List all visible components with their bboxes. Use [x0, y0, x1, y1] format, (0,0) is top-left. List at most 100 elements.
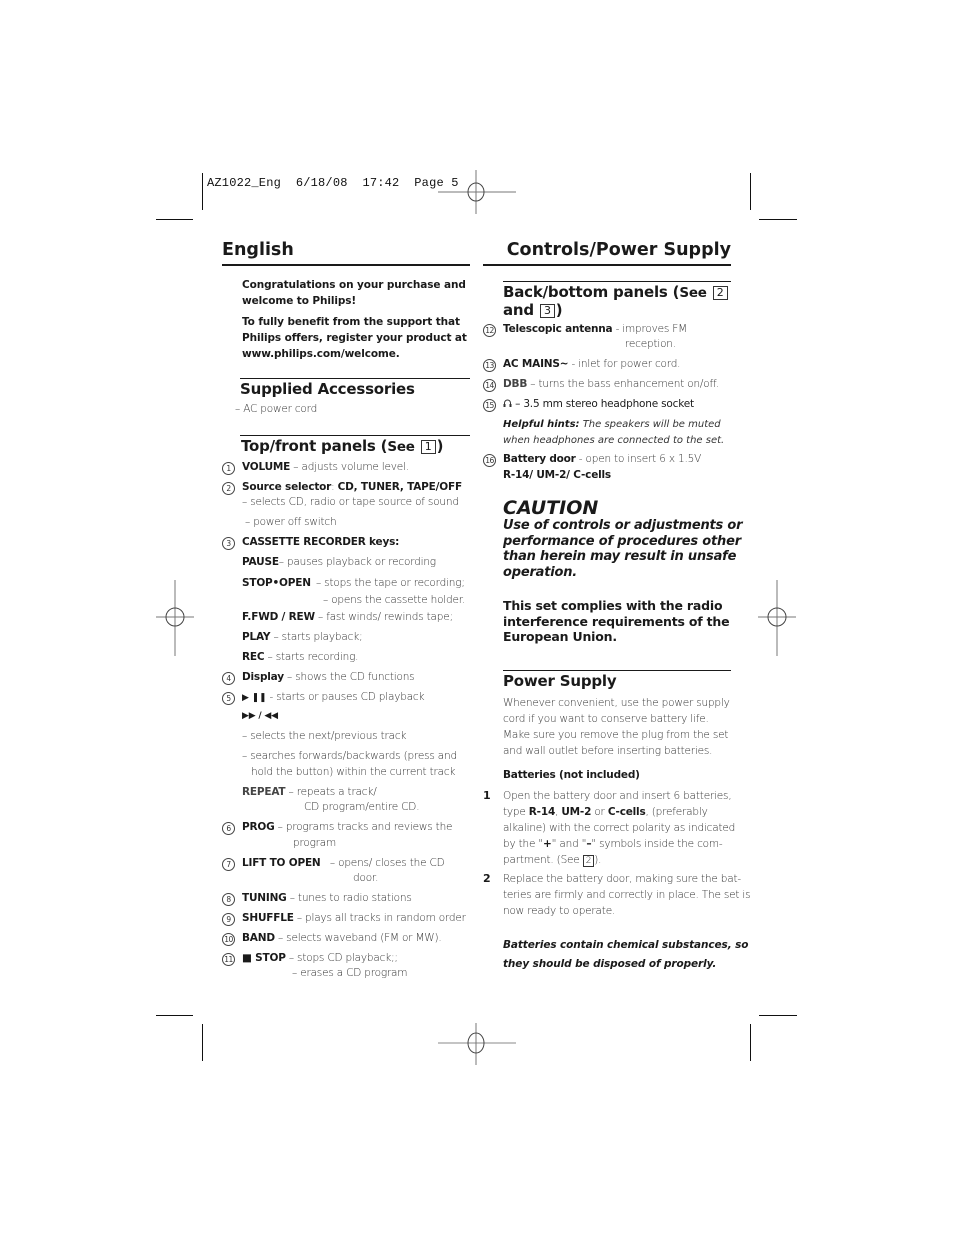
intro-congratulations: Congratulations on your purchase and wel…	[242, 277, 466, 309]
slug-date: 6/18/08	[295, 176, 348, 190]
title-text: Back/bottom panels (	[503, 283, 680, 301]
intro-link[interactable]: www.philips.com/welcome.	[242, 346, 467, 362]
figure-ref[interactable]: 2	[712, 286, 728, 300]
item-number-14: 14	[483, 379, 496, 392]
control-label: PROG	[242, 821, 275, 833]
control-item-volume: VOLUME – adjusts volume level.	[242, 460, 409, 476]
and-text: and	[503, 301, 534, 319]
battery-type: UM-2	[561, 806, 592, 818]
item-number-4: 4	[222, 672, 235, 685]
item-number-15: 15	[483, 399, 496, 412]
crop-mark-bottom-right-h	[759, 1015, 797, 1016]
eu-line: European Union.	[503, 629, 617, 644]
battery-disposal-note: Batteries contain chemical substances, s…	[503, 936, 749, 974]
text: or	[591, 806, 608, 818]
caution-line: operation.	[503, 564, 578, 580]
control-desc: – opens/ closes the CD	[320, 857, 445, 869]
control-item-ffwd-rew: F.FWD / REW – fast winds/ rewinds tape;	[242, 610, 453, 626]
item-number-6: 6	[222, 822, 235, 835]
figure-ref[interactable]: 1	[420, 440, 436, 454]
crop-mark-top-left-h	[156, 219, 193, 220]
text: by the "	[503, 838, 544, 850]
registration-mark-right	[758, 580, 796, 656]
power-supply-title: Power Supply	[503, 672, 617, 690]
figure-ref[interactable]: 2	[582, 855, 595, 867]
control-desc: door.	[353, 872, 379, 884]
control-label: SHUFFLE	[242, 912, 294, 924]
control-desc: – searches forwards/backwards (press and	[242, 750, 457, 762]
registration-mark-top	[438, 170, 516, 214]
control-label: Display	[242, 671, 284, 683]
control-desc: – adjusts volume level.	[290, 461, 409, 473]
control-desc: – opens the cassette holder.	[323, 594, 466, 606]
step-1-text: Open the battery door and insert 6 batte…	[503, 788, 735, 868]
control-label: LIFT TO OPEN	[242, 857, 321, 869]
hint-label: Helpful hints:	[503, 419, 580, 430]
control-label: DBB	[503, 378, 528, 390]
control-desc: – stops the tape or recording;	[312, 577, 465, 589]
control-label-2: CD, TUNER, TAPE/OFF	[337, 481, 462, 493]
eu-line: interference requirements of the	[503, 613, 730, 629]
item-number-10: 10	[222, 933, 235, 946]
skip-forward-back-icon: ▶▶ / ◀◀	[242, 711, 278, 721]
text: ).	[594, 854, 602, 866]
header-rule-left	[222, 264, 470, 266]
control-desc: - starts or pauses CD playback	[266, 691, 425, 703]
item-number-2: 2	[222, 482, 235, 495]
control-label: Telescopic antenna	[503, 323, 613, 335]
control-label: Source selector	[242, 481, 332, 493]
accessory-item: – AC power cord	[235, 403, 318, 415]
control-desc: - open to insert 6 x 1.5V	[575, 453, 702, 465]
text: , (preferably	[645, 806, 708, 818]
step-number-1: 1	[483, 789, 491, 802]
slug-time: 17:42	[362, 176, 400, 190]
control-label: PLAY	[242, 631, 271, 643]
para-line: Whenever convenient, use the power suppl…	[503, 697, 730, 709]
control-desc: program	[293, 837, 337, 849]
control-label: Battery door	[503, 453, 576, 465]
paren: )	[436, 437, 444, 455]
paren: )	[555, 301, 563, 319]
item-number-11: 11	[222, 953, 235, 966]
control-item-cassette-keys: CASSETTE RECORDER keys:	[242, 536, 400, 548]
crop-mark-top-right-v	[750, 173, 751, 210]
crop-mark-bottom-right-v	[750, 1024, 751, 1061]
hint-text: when headphones are connected to the set…	[503, 435, 725, 446]
item-number-7: 7	[222, 858, 235, 871]
header-rule-right	[483, 264, 731, 266]
eu-compliance-text: This set complies with the radio interfe…	[503, 598, 730, 645]
slug-file: AZ1022_Eng	[207, 176, 282, 190]
control-label: AC MAINS~	[503, 358, 569, 370]
back-bottom-panels-title: Back/bottom panels (See 2 and 3)	[503, 284, 731, 319]
figure-ref[interactable]: 3	[539, 304, 555, 318]
power-supply-paragraph: Whenever convenient, use the power suppl…	[503, 695, 730, 759]
control-item-shuffle: SHUFFLE – plays all tracks in random ord…	[242, 911, 466, 927]
control-desc: – pauses playback or recording	[278, 556, 436, 568]
step-number-2: 2	[483, 872, 491, 885]
step-line: partment. (See 2).	[503, 852, 735, 868]
step-line: by the "+" and "–" symbols inside the co…	[503, 836, 735, 852]
item-number-12: 12	[483, 324, 496, 337]
control-desc: – starts playback;	[270, 631, 363, 643]
item-number-3: 3	[222, 537, 235, 550]
print-slug: AZ1022_Eng 6/18/08 17:42 Page 5	[207, 176, 459, 190]
control-desc: - improves FM	[612, 323, 688, 335]
control-desc: – selects waveband (FM or MW).	[274, 932, 442, 944]
crop-mark-top-right-h	[759, 219, 797, 220]
battery-type: C-cells	[607, 806, 646, 818]
see-text: See	[387, 439, 415, 455]
control-desc: – stops CD playback;;	[285, 952, 398, 964]
caution-line: than herein may result in unsafe	[503, 549, 737, 564]
control-item-ac-mains: AC MAINS~ - inlet for power cord.	[503, 357, 680, 373]
control-desc: hold the button) within the current trac…	[251, 766, 456, 778]
control-item-lift-to-open: LIFT TO OPEN – opens/ closes the CD	[242, 856, 445, 872]
hint-text: The speakers will be muted	[579, 419, 721, 430]
item-number-13: 13	[483, 359, 496, 372]
control-item-tuning: TUNING – tunes to radio stations	[242, 891, 412, 907]
batteries-title: Batteries (not included)	[503, 769, 640, 781]
control-desc: CD program/entire CD.	[304, 801, 420, 813]
control-item-play-pause: ▶ ❚❚ - starts or pauses CD playback	[242, 690, 425, 707]
intro-line: To fully benefit from the support that	[242, 316, 460, 328]
control-item-display: Display – shows the CD functions	[242, 670, 415, 686]
control-label: REC	[242, 651, 265, 663]
